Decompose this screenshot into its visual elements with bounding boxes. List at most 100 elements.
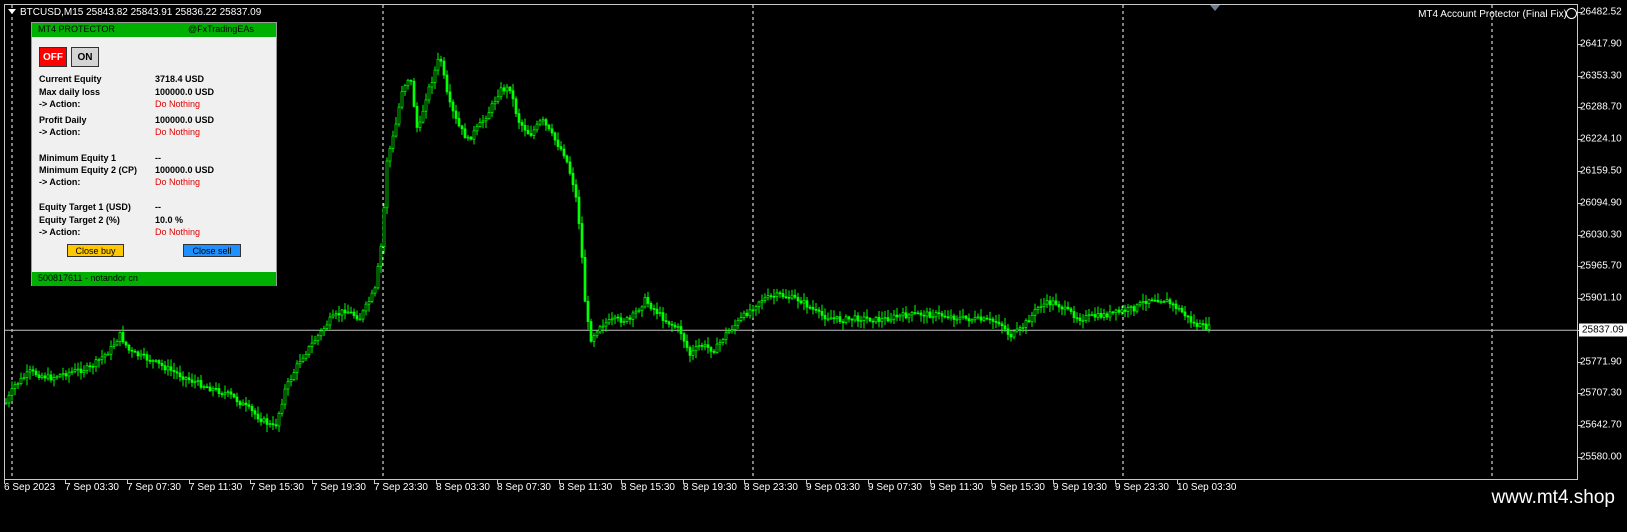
candle-body bbox=[1039, 306, 1043, 308]
candle-body bbox=[496, 96, 500, 102]
candle-body bbox=[712, 350, 716, 353]
candle-body bbox=[565, 155, 569, 163]
candle-body bbox=[1180, 307, 1184, 313]
candle-body bbox=[1123, 309, 1127, 312]
candle-body bbox=[235, 396, 239, 403]
candle-body bbox=[721, 339, 725, 343]
candle-body bbox=[691, 350, 695, 356]
candle-body bbox=[82, 370, 86, 373]
candle-body bbox=[1060, 306, 1064, 310]
candle-body bbox=[676, 326, 680, 328]
candle-body bbox=[1117, 309, 1121, 313]
candle-body bbox=[148, 359, 152, 362]
candle-body bbox=[535, 123, 539, 131]
on-button[interactable]: ON bbox=[71, 47, 99, 67]
candle-body bbox=[967, 318, 971, 322]
candle-body bbox=[838, 316, 842, 322]
candle-body bbox=[178, 372, 182, 378]
candle-body bbox=[1120, 309, 1124, 313]
candle-body bbox=[592, 335, 596, 342]
candle-body bbox=[358, 318, 362, 321]
candle-body bbox=[187, 377, 191, 381]
candle-body bbox=[922, 314, 926, 317]
price-label: 26224.10 bbox=[1580, 133, 1622, 145]
candle-body bbox=[1201, 323, 1205, 326]
candle-body bbox=[145, 354, 149, 361]
candle-body bbox=[1024, 320, 1028, 328]
candle-body bbox=[784, 296, 788, 299]
candle-body bbox=[1186, 315, 1190, 318]
candle-body bbox=[997, 321, 1001, 325]
chart-menu-icon[interactable] bbox=[8, 9, 16, 14]
candle-body bbox=[862, 316, 866, 321]
candle-body bbox=[1159, 301, 1163, 303]
candle-body bbox=[973, 317, 977, 321]
candle-body bbox=[511, 90, 515, 100]
candle-body bbox=[241, 402, 245, 406]
candle-body bbox=[781, 293, 785, 298]
row-value: Do Nothing bbox=[155, 99, 201, 109]
candle-body bbox=[1174, 303, 1178, 309]
time-label: 7 Sep 15:30 bbox=[250, 482, 304, 493]
candle-body bbox=[1075, 317, 1079, 320]
chart-shift-marker-icon[interactable] bbox=[1210, 5, 1220, 11]
off-button[interactable]: OFF bbox=[39, 47, 67, 67]
candle-body bbox=[1153, 299, 1157, 302]
candle-body bbox=[787, 297, 791, 299]
candle-body bbox=[391, 135, 395, 149]
candle-body bbox=[748, 309, 752, 317]
candle-body bbox=[655, 308, 659, 314]
close-buy-button[interactable]: Close buy bbox=[67, 244, 124, 257]
candle-body bbox=[1192, 321, 1196, 324]
candle-body bbox=[1114, 309, 1118, 314]
candle-body bbox=[1063, 306, 1067, 310]
candle-body bbox=[646, 297, 650, 304]
candle-body bbox=[172, 370, 176, 373]
candle-body bbox=[376, 265, 380, 289]
candle-body bbox=[367, 301, 371, 305]
candle-body bbox=[433, 69, 437, 83]
candle-body bbox=[94, 359, 98, 368]
candle-body bbox=[268, 423, 272, 425]
candle-body bbox=[1078, 317, 1082, 321]
symbol-title: BTCUSD,M15 25843.82 25843.91 25836.22 25… bbox=[20, 7, 262, 18]
candle-body bbox=[910, 312, 914, 316]
candle-body bbox=[940, 313, 944, 317]
row-value: 100000.0 USD bbox=[155, 87, 215, 97]
candle-body bbox=[649, 303, 653, 309]
row-value: -- bbox=[155, 153, 161, 163]
candle-body bbox=[487, 112, 491, 120]
candle-body bbox=[331, 314, 335, 318]
candle-body bbox=[847, 316, 851, 320]
candle-body bbox=[574, 184, 578, 198]
candle-body bbox=[700, 345, 704, 347]
candle-body bbox=[1027, 320, 1031, 323]
candle-body bbox=[139, 353, 143, 357]
candle-body bbox=[916, 312, 920, 315]
price-scale[interactable]: 26482.52 26417.90 26353.30 26288.70 26224.10… bbox=[1578, 4, 1627, 480]
candle-body bbox=[46, 374, 50, 379]
candle-body bbox=[397, 106, 401, 125]
candle-body bbox=[118, 332, 122, 342]
candle-body bbox=[190, 379, 194, 383]
close-sell-button[interactable]: Close sell bbox=[183, 244, 241, 257]
candle-body bbox=[856, 315, 860, 322]
candle-body bbox=[223, 392, 227, 395]
candle-body bbox=[379, 246, 383, 267]
candle-body bbox=[157, 360, 161, 364]
candle-body bbox=[859, 320, 863, 322]
candle-body bbox=[49, 374, 53, 381]
candle-body bbox=[355, 315, 359, 320]
candle-body bbox=[442, 60, 446, 76]
candle-body bbox=[196, 380, 200, 383]
candle-body bbox=[5, 402, 8, 405]
candle-body bbox=[568, 161, 572, 174]
time-label: 9 Sep 23:30 bbox=[1115, 482, 1169, 493]
time-label: 10 Sep 03:30 bbox=[1177, 482, 1237, 493]
candle-body bbox=[877, 316, 881, 322]
row-value: Do Nothing bbox=[155, 127, 201, 137]
candle-body bbox=[610, 318, 614, 321]
candle-body bbox=[238, 401, 242, 406]
time-label: 8 Sep 11:30 bbox=[559, 482, 613, 493]
candle-body bbox=[868, 317, 872, 322]
